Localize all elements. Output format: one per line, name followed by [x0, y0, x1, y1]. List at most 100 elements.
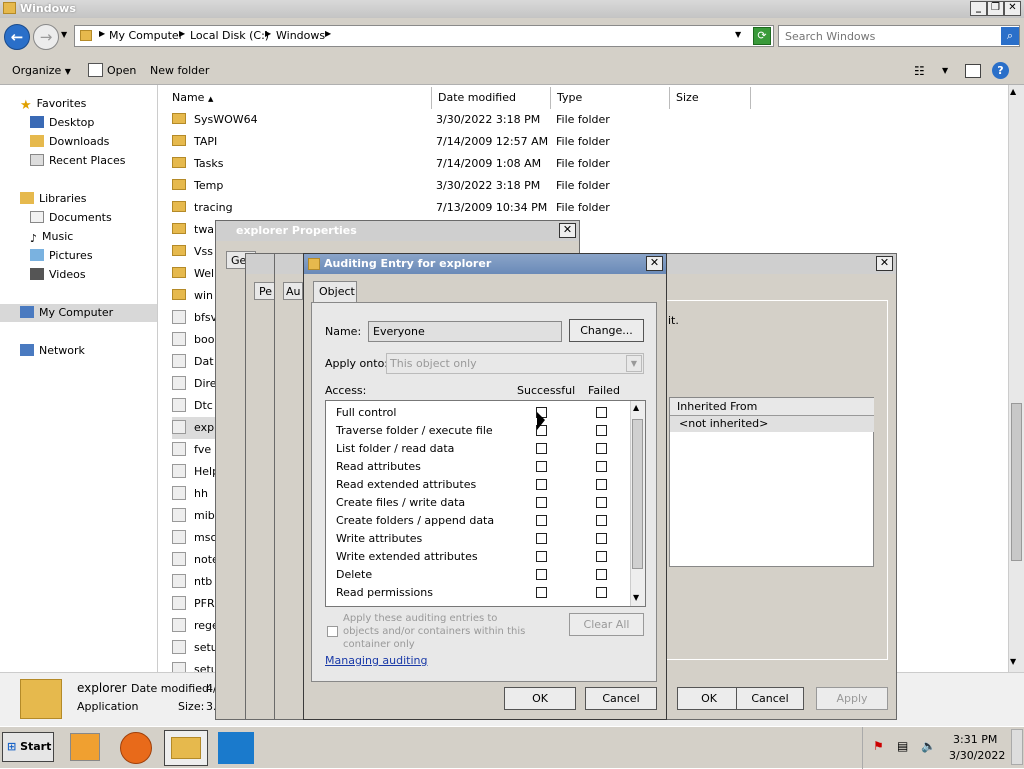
crumb-chevron-icon[interactable]: ▶	[265, 29, 271, 38]
volume-icon[interactable]: 🔈	[921, 739, 936, 753]
file-row[interactable]: Tasks	[172, 153, 223, 175]
history-chevron-icon[interactable]: ▼	[61, 30, 67, 39]
column-header-size[interactable]: Size	[670, 87, 751, 109]
clock-time[interactable]: 3:31 PM	[953, 733, 997, 746]
column-header-name[interactable]: Name ▲	[166, 87, 432, 109]
start-button[interactable]: ⊞ Start	[2, 732, 54, 762]
firefox-icon[interactable]	[120, 732, 152, 764]
back-button[interactable]: ←	[4, 24, 30, 50]
file-row[interactable]: Dtc	[172, 395, 213, 417]
file-row[interactable]: win	[172, 285, 213, 307]
file-row[interactable]: Dat	[172, 351, 214, 373]
nav-videos[interactable]: Videos	[30, 266, 86, 284]
file-row[interactable]: PFR	[172, 593, 215, 615]
file-row[interactable]: mib	[172, 505, 215, 527]
file-row[interactable]: bfsv	[172, 307, 217, 329]
minimize-button[interactable]: _	[970, 1, 987, 16]
successful-checkbox[interactable]	[536, 569, 547, 580]
file-row[interactable]: twa	[172, 219, 214, 241]
action-center-icon[interactable]: ⚑	[873, 739, 884, 753]
file-row[interactable]: setu	[172, 637, 218, 659]
close-button[interactable]: ✕	[1004, 1, 1021, 16]
auditing-entry-close-button[interactable]: ✕	[646, 256, 663, 271]
views-icon[interactable]: ☷	[914, 64, 925, 78]
successful-checkbox[interactable]	[536, 515, 547, 526]
change-button[interactable]: Change...	[569, 319, 644, 342]
scroll-thumb[interactable]	[1011, 403, 1022, 561]
file-row[interactable]: TAPI	[172, 131, 217, 153]
nav-pictures[interactable]: Pictures	[30, 247, 93, 265]
clock-date[interactable]: 3/30/2022	[949, 749, 1005, 762]
address-bar[interactable]: ▶ My Computer ▶ Local Disk (C:) ▶ Window…	[74, 25, 774, 47]
advanced-apply-button[interactable]: Apply	[816, 687, 888, 710]
tab-auditing[interactable]: Au	[283, 282, 303, 300]
permissions-scrollbar[interactable]: ▲ ▼	[630, 401, 645, 606]
scroll-down-icon[interactable]: ▼	[1010, 657, 1016, 666]
name-field[interactable]: Everyone	[368, 321, 562, 342]
show-desktop-button[interactable]	[1011, 729, 1023, 765]
scroll-thumb[interactable]	[632, 419, 643, 569]
help-icon[interactable]: ?	[992, 62, 1009, 79]
successful-checkbox[interactable]	[536, 479, 547, 490]
failed-checkbox[interactable]	[596, 551, 607, 562]
refresh-icon[interactable]: ⟳	[753, 27, 771, 45]
nav-favorites[interactable]: ★ Favorites	[20, 95, 86, 113]
managing-auditing-link[interactable]: Managing auditing	[325, 654, 428, 667]
media-player-icon[interactable]	[70, 733, 100, 761]
network-tray-icon[interactable]: ▤	[897, 739, 908, 753]
file-row[interactable]: SysWOW64	[172, 109, 258, 131]
nav-network[interactable]: Network	[20, 342, 85, 360]
vscode-icon[interactable]	[218, 732, 254, 764]
failed-checkbox[interactable]	[596, 461, 607, 472]
failed-checkbox[interactable]	[596, 533, 607, 544]
views-chevron-icon[interactable]: ▼	[942, 66, 948, 75]
open-icon[interactable]	[88, 63, 103, 77]
scroll-up-icon[interactable]: ▲	[1010, 87, 1016, 96]
failed-checkbox[interactable]	[596, 407, 607, 418]
forward-button[interactable]: →	[33, 24, 59, 50]
nav-my-computer[interactable]: My Computer	[0, 304, 157, 322]
file-row[interactable]: note	[172, 549, 219, 571]
maximize-button[interactable]: ❐	[987, 1, 1004, 16]
successful-checkbox[interactable]	[536, 587, 547, 598]
file-row[interactable]: msc	[172, 527, 217, 549]
successful-checkbox[interactable]	[536, 461, 547, 472]
nav-recent-places[interactable]: Recent Places	[30, 152, 126, 170]
failed-checkbox[interactable]	[596, 443, 607, 454]
nav-music[interactable]: ♪ Music	[30, 228, 73, 246]
new-folder-button[interactable]: New folder	[150, 64, 209, 77]
crumb-chevron-icon[interactable]: ▶	[99, 29, 105, 38]
address-dropdown-icon[interactable]: ▼	[735, 30, 741, 39]
advanced-close-button[interactable]: ✕	[876, 256, 893, 271]
crumb-my-computer[interactable]: My Computer	[109, 29, 183, 42]
inherited-from-header[interactable]: Inherited From	[670, 398, 874, 416]
scroll-up-icon[interactable]: ▲	[633, 403, 639, 412]
search-icon[interactable]: ⌕	[1001, 27, 1019, 45]
file-row[interactable]: Wel	[172, 263, 214, 285]
ok-button[interactable]: OK	[504, 687, 576, 710]
file-row[interactable]: hh	[172, 483, 208, 505]
failed-checkbox[interactable]	[596, 425, 607, 436]
file-row[interactable]: Dire	[172, 373, 217, 395]
advanced-cancel-button[interactable]: Cancel	[736, 687, 804, 710]
failed-checkbox[interactable]	[596, 479, 607, 490]
file-row[interactable]: rege	[172, 615, 219, 637]
access-permissions-list[interactable]: Full control Traverse folder / execute fi…	[325, 400, 646, 607]
column-header-date[interactable]: Date modified	[432, 87, 551, 109]
inherited-from-value[interactable]: <not inherited>	[670, 416, 874, 432]
clear-all-button[interactable]: Clear All	[569, 613, 644, 636]
cancel-button[interactable]: Cancel	[585, 687, 657, 710]
failed-checkbox[interactable]	[596, 569, 607, 580]
organize-button[interactable]: Organize ▼	[12, 64, 71, 77]
failed-checkbox[interactable]	[596, 587, 607, 598]
vertical-scrollbar[interactable]: ▲ ▼	[1008, 85, 1024, 672]
failed-checkbox[interactable]	[596, 515, 607, 526]
apply-onto-select[interactable]: This object only ▼	[386, 353, 644, 374]
file-row[interactable]: tracing	[172, 197, 233, 219]
crumb-windows[interactable]: Windows	[276, 29, 325, 42]
file-row[interactable]: Temp	[172, 175, 223, 197]
successful-checkbox[interactable]	[536, 443, 547, 454]
file-row[interactable]: Vss	[172, 241, 213, 263]
successful-checkbox[interactable]	[536, 533, 547, 544]
failed-checkbox[interactable]	[596, 497, 607, 508]
